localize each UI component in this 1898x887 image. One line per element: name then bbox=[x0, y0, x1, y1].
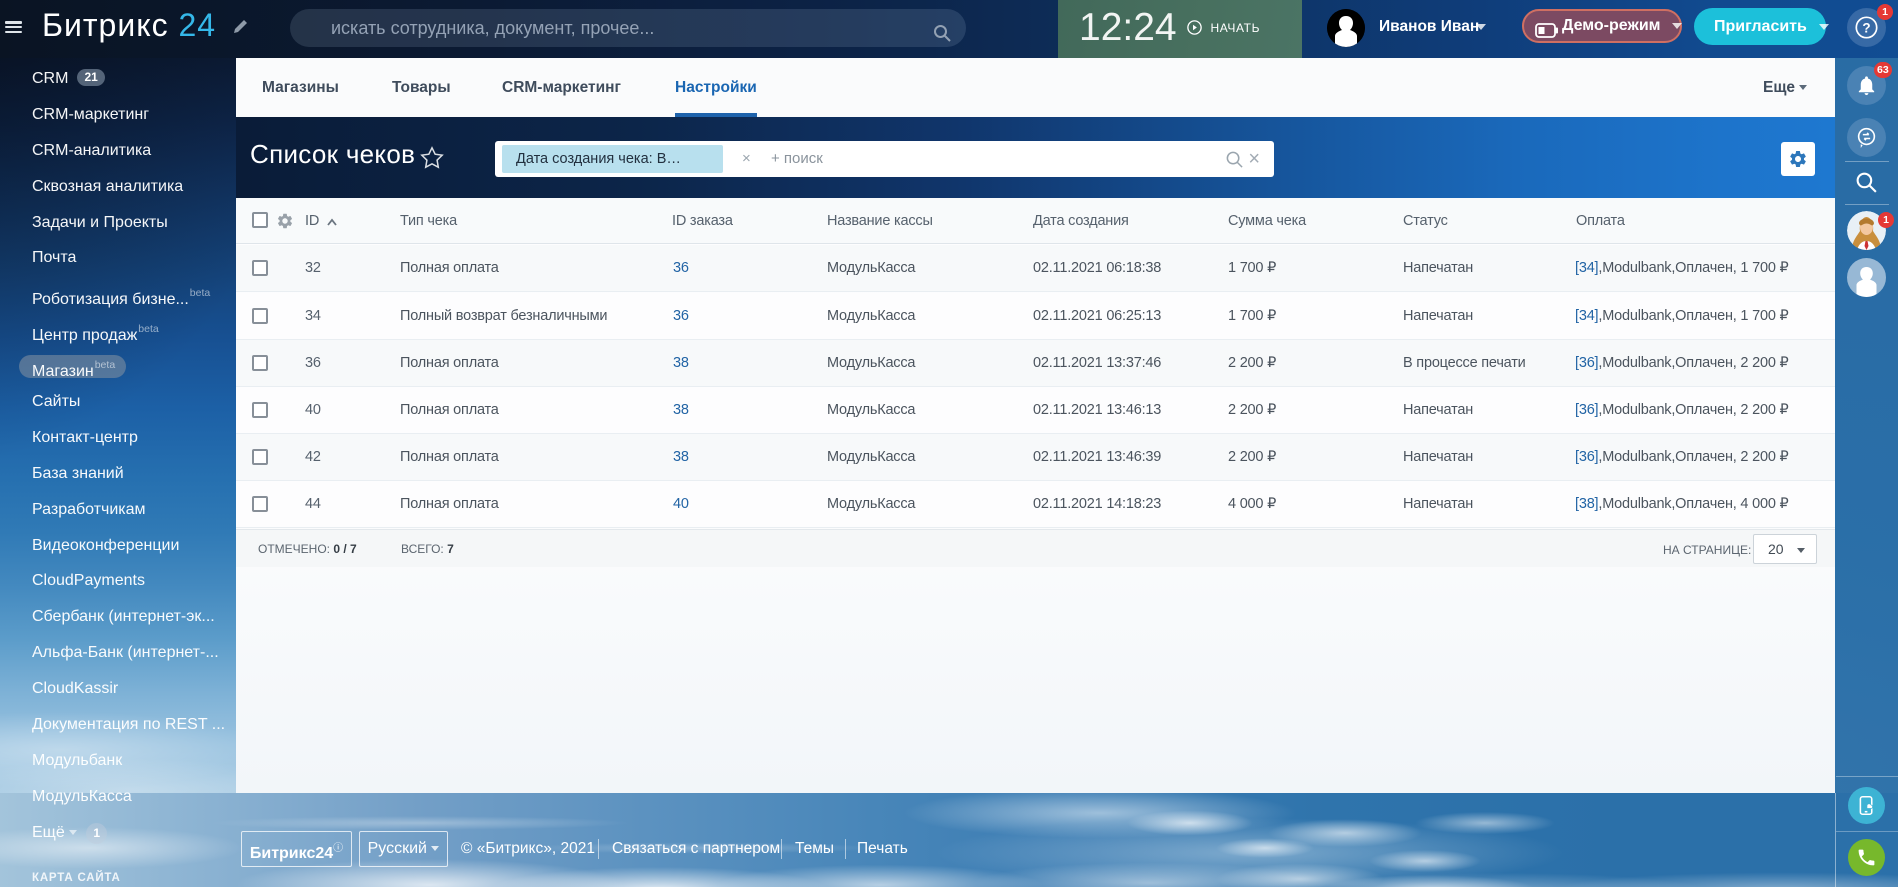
svg-text:?: ? bbox=[1862, 20, 1870, 35]
